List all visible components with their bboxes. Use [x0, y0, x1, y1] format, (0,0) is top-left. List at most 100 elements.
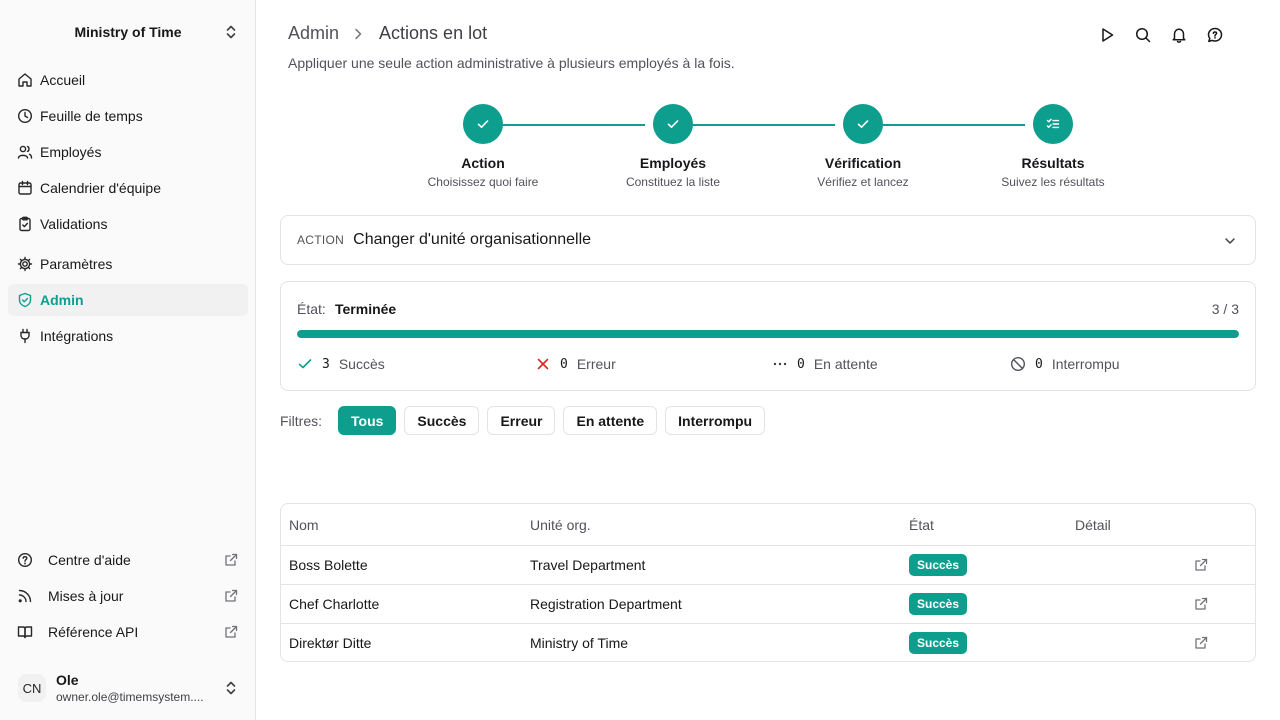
chat-help-icon[interactable] — [1206, 26, 1224, 44]
action-value: Changer d'unité organisationnelle — [353, 231, 592, 248]
footer-link-label: Référence API — [48, 624, 139, 640]
step-description: Suivez les résultats — [1001, 175, 1105, 189]
search-icon[interactable] — [1134, 26, 1152, 44]
sidebar: Ministry of Time Accueil Feuille de temp… — [0, 0, 256, 720]
status-label: État: — [297, 301, 326, 317]
stepper: Action Choisissez quoi faire Employés Co… — [256, 104, 1280, 194]
stat-pending: 0 En attente — [772, 356, 878, 372]
stat-error: 0 Erreur — [535, 356, 616, 372]
step-title: Résultats — [1021, 155, 1085, 171]
list-check-icon — [1046, 118, 1060, 129]
cell-unit: Travel Department — [530, 557, 646, 573]
plug-icon — [20, 328, 30, 344]
sidebar-item-label: Validations — [40, 216, 108, 232]
user-menu[interactable]: CN Ole owner.ole@timemsystem.... — [8, 666, 248, 710]
book-icon — [17, 626, 33, 639]
user-email: owner.ole@timemsystem.... — [56, 690, 204, 704]
home-icon — [18, 73, 32, 87]
sidebar-link-updates[interactable]: Mises à jour — [8, 580, 248, 612]
sidebar-item-label: Employés — [40, 144, 102, 160]
avatar: CN — [18, 674, 46, 702]
clipboard-check-icon — [19, 216, 31, 232]
column-header-nom[interactable]: Nom — [289, 504, 319, 545]
sidebar-item-calendrier[interactable]: Calendrier d'équipe — [8, 172, 248, 204]
filter-chip-erreur[interactable]: Erreur — [487, 406, 556, 435]
cell-name: Chef Charlotte — [289, 596, 380, 612]
filter-chip-succes[interactable]: Succès — [404, 406, 480, 435]
play-icon[interactable] — [1098, 26, 1116, 44]
column-header-etat[interactable]: État — [909, 504, 934, 545]
ellipsis-icon — [773, 362, 787, 366]
gear-icon — [17, 256, 33, 272]
action-select[interactable]: ACTION Changer d'unité organisationnelle — [280, 215, 1256, 265]
cell-detail — [1194, 585, 1208, 623]
stat-label: Erreur — [576, 356, 616, 372]
org-switcher[interactable]: Ministry of Time — [8, 14, 248, 50]
status-badge: Succès — [909, 632, 968, 654]
filters-label: Filtres: — [280, 412, 322, 429]
step-resultats[interactable]: Résultats Suivez les résultats — [963, 104, 1143, 189]
sidebar-item-label: Accueil — [40, 72, 86, 88]
status-badge: Succès — [909, 593, 968, 615]
check-icon — [477, 120, 489, 128]
filter-chip-en-attente[interactable]: En attente — [563, 406, 658, 435]
chevrons-up-down-icon — [226, 681, 236, 695]
footer-link-label: Centre d'aide — [48, 552, 131, 568]
stat-label: Interrompu — [1051, 356, 1120, 372]
results-table: Nom Unité org. État Détail Boss Bolette … — [280, 503, 1256, 662]
step-employes[interactable]: Employés Constituez la liste — [583, 104, 763, 189]
step-title: Employés — [639, 155, 707, 171]
external-link-icon[interactable] — [1194, 597, 1208, 611]
stat-interrupted: 0 Interrompu — [1010, 356, 1120, 372]
help-circle-icon — [17, 552, 33, 568]
org-name: Ministry of Time — [74, 24, 182, 40]
filter-bar: Filtres: Tous Succès Erreur En attente I… — [280, 406, 773, 435]
ban-icon — [1010, 356, 1026, 372]
rss-icon — [18, 589, 32, 603]
external-link-icon[interactable] — [1194, 558, 1208, 572]
stat-number: 3 — [322, 356, 330, 372]
step-verification[interactable]: Vérification Vérifiez et lancez — [773, 104, 953, 189]
sidebar-item-integrations[interactable]: Intégrations — [8, 320, 248, 352]
stat-number: 0 — [797, 356, 805, 372]
step-circle — [843, 104, 883, 144]
sidebar-item-label: Intégrations — [40, 328, 114, 344]
table-row: Direktør Ditte Ministry of Time Succès — [281, 623, 1255, 661]
bell-icon[interactable] — [1170, 26, 1188, 44]
progress-fill — [297, 330, 1239, 338]
top-toolbar — [1098, 26, 1224, 44]
sidebar-link-api-reference[interactable]: Référence API — [8, 616, 248, 648]
check-icon — [667, 120, 679, 128]
breadcrumb-root[interactable]: Admin — [288, 23, 339, 44]
breadcrumb: Admin Actions en lot — [288, 23, 487, 44]
step-action[interactable]: Action Choisissez quoi faire — [393, 104, 573, 189]
stat-label: Succès — [338, 356, 385, 372]
cell-status: Succès — [909, 546, 968, 584]
column-header-detail[interactable]: Détail — [1075, 504, 1111, 545]
filter-chip-tous[interactable]: Tous — [338, 406, 397, 435]
sidebar-item-accueil[interactable]: Accueil — [8, 64, 248, 96]
sidebar-item-feuille-de-temps[interactable]: Feuille de temps — [8, 100, 248, 132]
status-value: Terminée — [335, 301, 397, 317]
sidebar-item-label: Calendrier d'équipe — [40, 180, 161, 196]
sidebar-item-admin[interactable]: Admin — [8, 284, 248, 316]
status-count: 3 / 3 — [1211, 301, 1239, 317]
step-title: Action — [461, 155, 505, 171]
cell-detail — [1194, 546, 1208, 584]
sidebar-item-employes[interactable]: Employés — [8, 136, 248, 168]
sidebar-item-validations[interactable]: Validations — [8, 208, 248, 240]
check-icon — [298, 359, 312, 369]
external-link-icon — [225, 625, 238, 638]
table-header: Nom Unité org. État Détail — [281, 504, 1255, 545]
step-circle — [463, 104, 503, 144]
sidebar-link-help-center[interactable]: Centre d'aide — [8, 544, 248, 576]
chevrons-up-down-icon — [226, 25, 236, 39]
external-link-icon[interactable] — [1194, 636, 1208, 650]
column-header-unite[interactable]: Unité org. — [530, 504, 591, 545]
sidebar-item-parametres[interactable]: Paramètres — [8, 248, 248, 280]
stat-number: 0 — [560, 356, 568, 372]
filter-chip-interrompu[interactable]: Interrompu — [665, 406, 766, 435]
sidebar-item-label: Paramètres — [40, 256, 113, 272]
step-description: Vérifiez et lancez — [817, 175, 909, 189]
breadcrumb-current: Actions en lot — [379, 23, 488, 43]
